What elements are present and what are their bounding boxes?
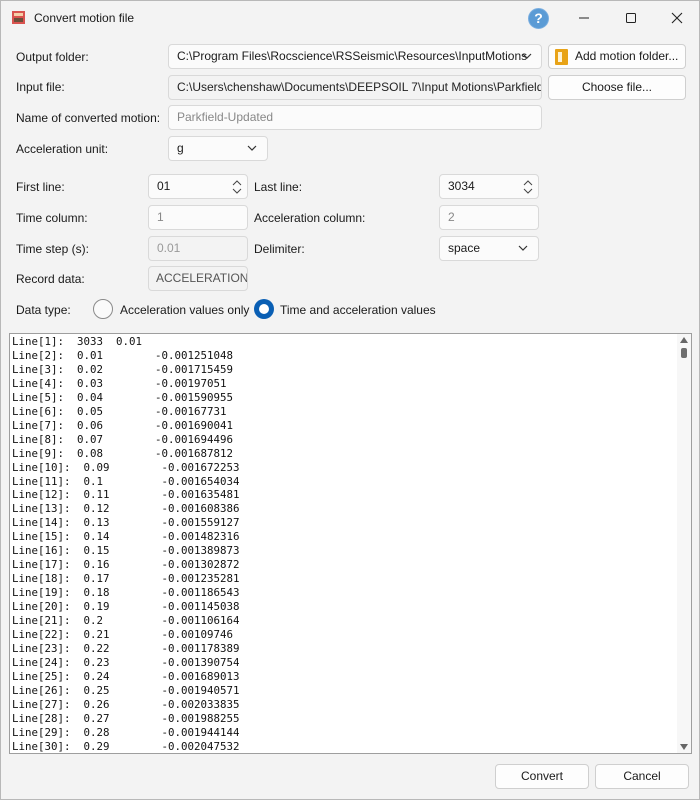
preview-line: Line[8]: 0.07 -0.001694496 (12, 432, 234, 446)
preview-line: Line[5]: 0.04 -0.001590955 (12, 390, 234, 404)
radio-time-and-acceleration[interactable] (254, 299, 274, 319)
preview-line: Line[29]: 0.28 -0.001944144 (12, 725, 240, 739)
first-line-spinner[interactable]: 01 (148, 174, 248, 199)
input-file-field: C:\Users\chenshaw\Documents\DEEPSOIL 7\I… (168, 75, 542, 100)
record-data-field: ACCELERATION (148, 266, 248, 291)
output-folder-value: C:\Program Files\Rocscience\RSSeismic\Re… (177, 49, 528, 63)
preview-line: Line[15]: 0.14 -0.001482316 (12, 530, 240, 544)
preview-line: Line[20]: 0.19 -0.001145038 (12, 600, 240, 614)
time-column-label: Time column: (16, 211, 88, 225)
acceleration-column-input[interactable]: 2 (439, 205, 539, 230)
scroll-up-icon[interactable] (680, 337, 688, 343)
folder-icon (555, 49, 568, 65)
convert-motion-dialog: Convert motion file ? Output folder: C:\… (0, 0, 700, 800)
chevron-down-icon (522, 53, 532, 59)
preview-line: Line[10]: 0.09 -0.001672253 (12, 460, 240, 474)
first-line-value: 01 (157, 179, 171, 193)
last-line-value: 3034 (448, 179, 475, 193)
cancel-button[interactable]: Cancel (595, 764, 689, 789)
preview-line: Line[19]: 0.18 -0.001186543 (12, 586, 240, 600)
spinner-arrows-icon[interactable] (231, 177, 243, 197)
preview-line: Line[18]: 0.17 -0.001235281 (12, 572, 240, 586)
app-icon (12, 11, 25, 24)
preview-line: Line[1]: 3033 0.01 (12, 335, 143, 348)
preview-line: Line[6]: 0.05 -0.00167731 (12, 404, 227, 418)
output-folder-dropdown[interactable]: C:\Program Files\Rocscience\RSSeismic\Re… (168, 44, 542, 69)
radio-acceleration-only[interactable] (93, 299, 113, 319)
last-line-label: Last line: (254, 180, 303, 194)
preview-line: Line[27]: 0.26 -0.002033835 (12, 697, 240, 711)
chevron-down-icon (247, 145, 257, 151)
scroll-down-icon[interactable] (680, 744, 688, 750)
chevron-down-icon (518, 245, 528, 251)
delimiter-label: Delimiter: (254, 242, 305, 256)
minimize-button[interactable] (564, 5, 604, 31)
radio-time-and-acceleration-label[interactable]: Time and acceleration values (280, 303, 436, 317)
maximize-button[interactable] (611, 5, 651, 31)
preview-line: Line[28]: 0.27 -0.001988255 (12, 711, 240, 725)
preview-line: Line[30]: 0.29 -0.002047532 (12, 739, 240, 753)
last-line-spinner[interactable]: 3034 (439, 174, 539, 199)
preview-line: Line[23]: 0.22 -0.001178389 (12, 641, 240, 655)
minimize-icon (579, 17, 589, 19)
input-file-label: Input file: (16, 80, 65, 94)
preview-line: Line[11]: 0.1 -0.001654034 (12, 474, 240, 488)
converted-name-input[interactable]: Parkfield-Updated (168, 105, 542, 130)
add-motion-folder-button[interactable]: Add motion folder... (548, 44, 686, 69)
preview-line: Line[16]: 0.15 -0.001389873 (12, 544, 240, 558)
data-type-label: Data type: (16, 303, 71, 317)
acceleration-unit-label: Acceleration unit: (16, 142, 109, 156)
delimiter-dropdown[interactable]: space (439, 236, 539, 261)
preview-line: Line[25]: 0.24 -0.001689013 (12, 669, 240, 683)
time-step-label: Time step (s): (16, 242, 89, 256)
preview-line: Line[9]: 0.08 -0.001687812 (12, 446, 234, 460)
preview-line: Line[14]: 0.13 -0.001559127 (12, 516, 240, 530)
help-icon[interactable]: ? (528, 8, 549, 29)
time-step-input: 0.01 (148, 236, 248, 261)
spinner-arrows-icon[interactable] (522, 177, 534, 197)
close-button[interactable] (657, 5, 697, 31)
preview-line: Line[13]: 0.12 -0.001608386 (12, 502, 240, 516)
record-data-label: Record data: (16, 272, 85, 286)
file-preview-textarea[interactable]: Line[1]: 3033 0.01 Line[2]: 0.01 -0.00125… (9, 333, 692, 754)
acceleration-unit-dropdown[interactable]: g (168, 136, 268, 161)
preview-lines: Line[1]: 3033 0.01 Line[2]: 0.01 -0.00125… (12, 335, 240, 753)
preview-line: Line[2]: 0.01 -0.001251048 (12, 348, 234, 362)
preview-line: Line[17]: 0.16 -0.001302872 (12, 558, 240, 572)
preview-line: Line[21]: 0.2 -0.001106164 (12, 614, 240, 628)
preview-scrollbar[interactable] (677, 334, 691, 753)
acceleration-column-label: Acceleration column: (254, 211, 366, 225)
first-line-label: First line: (16, 180, 65, 194)
maximize-icon (626, 13, 636, 23)
preview-line: Line[4]: 0.03 -0.00197051 (12, 376, 227, 390)
output-folder-label: Output folder: (16, 50, 89, 64)
preview-line: Line[12]: 0.11 -0.001635481 (12, 488, 240, 502)
close-icon (671, 12, 683, 24)
converted-name-label: Name of converted motion: (16, 111, 161, 125)
add-motion-folder-label: Add motion folder... (575, 49, 679, 63)
window-title: Convert motion file (34, 11, 135, 25)
choose-file-button[interactable]: Choose file... (548, 75, 686, 100)
preview-line: Line[26]: 0.25 -0.001940571 (12, 683, 240, 697)
delimiter-value: space (448, 241, 481, 255)
title-bar: Convert motion file ? (1, 1, 699, 35)
preview-line: Line[22]: 0.21 -0.00109746 (12, 628, 234, 642)
time-column-input[interactable]: 1 (148, 205, 248, 230)
preview-line: Line[24]: 0.23 -0.001390754 (12, 655, 240, 669)
radio-acceleration-only-label[interactable]: Acceleration values only (120, 303, 249, 317)
scroll-thumb[interactable] (681, 348, 687, 358)
preview-line: Line[7]: 0.06 -0.001690041 (12, 418, 234, 432)
convert-button[interactable]: Convert (495, 764, 589, 789)
acceleration-unit-value: g (177, 141, 184, 155)
preview-line: Line[3]: 0.02 -0.001715459 (12, 362, 234, 376)
